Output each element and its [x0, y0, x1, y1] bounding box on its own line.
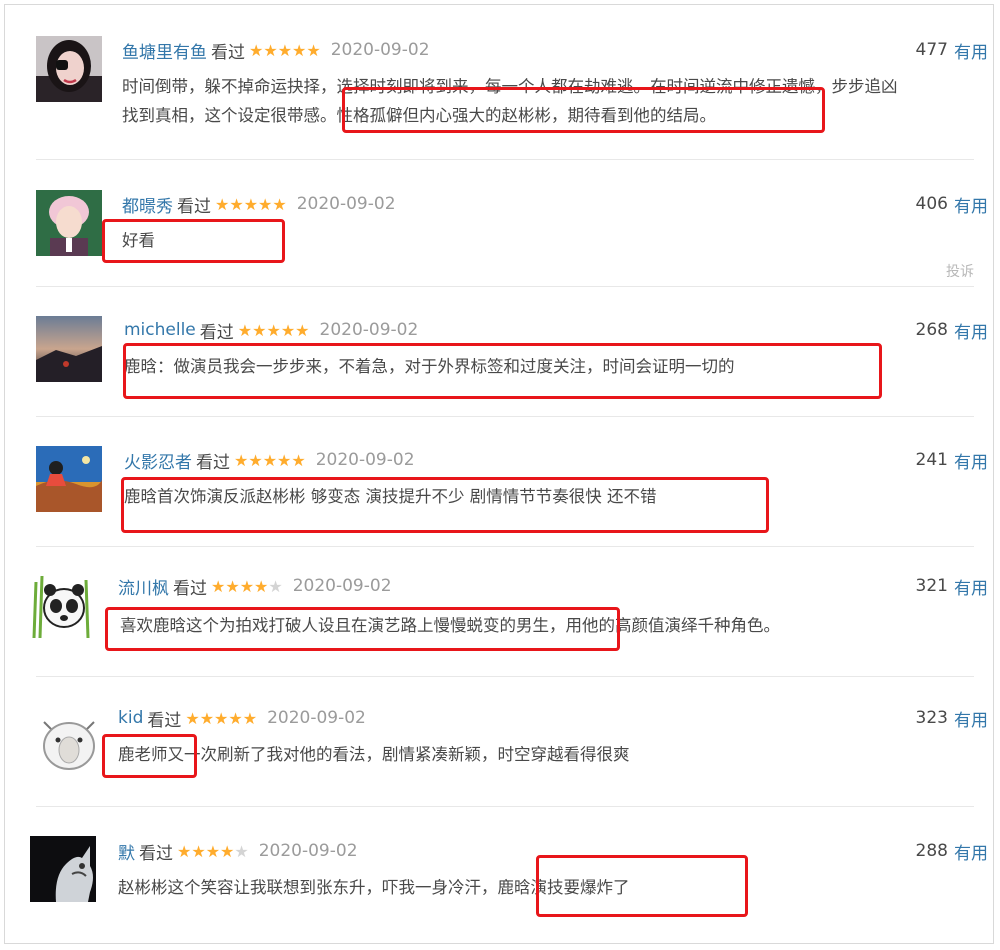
rating-stars: ★★★★★ — [249, 40, 321, 60]
comment-meta: kid 看过 ★★★★★ 2020-09-02 — [118, 704, 366, 732]
avatar[interactable] — [36, 316, 102, 382]
avatar[interactable] — [36, 36, 102, 102]
watch-status: 看过 — [196, 452, 230, 473]
rating-stars: ★★★★★ — [185, 708, 258, 728]
rating-stars: ★★★★★ — [177, 841, 249, 861]
comment-text: 鹿老师又一次刷新了我对他的看法，剧情紧凑新颖，时空穿越看得很爽 — [118, 740, 630, 769]
watch-status: 看过 — [199, 322, 234, 343]
comment-line: 鹿晗：做演员我会一步步来，不着急，对于外界标签和过度关注，时间会证明一切的 — [124, 357, 735, 376]
vote-count: 477 — [915, 40, 948, 60]
watch-status: 看过 — [211, 42, 245, 63]
avatar[interactable] — [36, 708, 102, 774]
comment-text: 鹿晗：做演员我会一步步来，不着急，对于外界标签和过度关注，时间会证明一切的 — [124, 352, 735, 381]
vote-area: 268 有用 — [916, 316, 988, 344]
comment-text: 喜欢鹿晗这个为拍戏打破人设且在演艺路上慢慢蜕变的男生，用他的高颜值演绎千种角色。 — [120, 611, 780, 640]
watch-status: 看过 — [177, 196, 211, 217]
vote-count: 241 — [915, 450, 948, 470]
username-link[interactable]: 默 — [118, 839, 135, 864]
comment-meta: 都暻秀 看过 ★★★★★ 2020-09-02 — [122, 190, 396, 218]
comment-meta: 默 看过 ★★★★★ 2020-09-02 — [118, 837, 358, 865]
comment-date: 2020-09-02 — [296, 194, 396, 214]
rating-stars: ★★★★★ — [211, 576, 283, 596]
divider — [36, 806, 974, 807]
avatar[interactable] — [36, 446, 102, 512]
comment-line: 找到真相，这个设定很带感。性格孤僻但内心强大的赵彬彬，期待看到他的结局。 — [122, 106, 716, 125]
comment-meta: 流川枫 看过 ★★★★★ 2020-09-02 — [118, 572, 392, 600]
useful-button[interactable]: 有用 — [954, 706, 988, 731]
report-link[interactable]: 投诉 — [946, 261, 974, 281]
useful-button[interactable]: 有用 — [954, 192, 988, 217]
avatar[interactable] — [30, 836, 96, 902]
comment-text: 鹿晗首次饰演反派赵彬彬 够变态 演技提升不少 剧情情节节奏很快 还不错 — [124, 482, 656, 511]
comment-line: 好看 — [122, 231, 155, 250]
comment-line: 时间倒带，躲不掉命运抉择，选择时刻即将到来，每一个人都在劫难逃。在时间逆流中修正… — [122, 77, 898, 96]
vote-count: 321 — [915, 576, 948, 596]
comment-date: 2020-09-02 — [315, 450, 415, 470]
useful-button[interactable]: 有用 — [954, 448, 988, 473]
useful-button[interactable]: 有用 — [954, 839, 988, 864]
username-link[interactable]: kid — [118, 708, 143, 728]
useful-button[interactable]: 有用 — [954, 38, 988, 63]
useful-button[interactable]: 有用 — [954, 318, 988, 343]
avatar[interactable] — [30, 572, 96, 638]
vote-area: 323 有用 — [916, 704, 988, 732]
divider — [36, 676, 974, 677]
comment-date: 2020-09-02 — [258, 841, 358, 861]
divider — [36, 546, 974, 547]
comment-text: 时间倒带，躲不掉命运抉择，选择时刻即将到来，每一个人都在劫难逃。在时间逆流中修正… — [122, 72, 898, 130]
divider — [36, 159, 974, 160]
avatar[interactable] — [36, 190, 102, 256]
comment-list-panel — [4, 4, 994, 944]
vote-count: 406 — [915, 194, 948, 214]
username-link[interactable]: 火影忍者 — [124, 448, 192, 473]
comment-text: 赵彬彬这个笑容让我联想到张东升，吓我一身冷汗，鹿晗演技要爆炸了 — [118, 873, 630, 902]
vote-area: 406 有用 — [916, 190, 988, 218]
vote-area: 477 有用 — [916, 36, 988, 64]
comment-date: 2020-09-02 — [319, 320, 419, 340]
watch-status: 看过 — [139, 843, 173, 864]
comment-line: 赵彬彬这个笑容让我联想到张东升，吓我一身冷汗，鹿晗演技要爆炸了 — [118, 878, 630, 897]
comment-meta: 火影忍者 看过 ★★★★★ 2020-09-02 — [124, 446, 415, 474]
comment-line: 鹿晗首次饰演反派赵彬彬 够变态 演技提升不少 剧情情节节奏很快 还不错 — [124, 487, 657, 506]
comment-meta: michelle 看过 ★★★★★ 2020-09-02 — [124, 316, 418, 344]
comment-date: 2020-09-02 — [330, 40, 430, 60]
comment-text: 好看 — [122, 226, 155, 255]
vote-count: 268 — [915, 320, 948, 340]
vote-count: 288 — [915, 841, 948, 861]
username-link[interactable]: 鱼塘里有鱼 — [122, 38, 207, 63]
vote-count: 323 — [915, 708, 948, 728]
comment-line: 鹿老师又一次刷新了我对他的看法，剧情紧凑新颖，时空穿越看得很爽 — [118, 745, 630, 764]
vote-area: 288 有用 — [916, 837, 988, 865]
watch-status: 看过 — [173, 578, 207, 599]
comment-line: 喜欢鹿晗这个为拍戏打破人设且在演艺路上慢慢蜕变的男生，用他的高颜值演绎千种角色。 — [120, 616, 780, 635]
divider — [36, 286, 974, 287]
comment-date: 2020-09-02 — [267, 708, 366, 728]
vote-area: 241 有用 — [916, 446, 988, 474]
divider — [36, 416, 974, 417]
rating-stars: ★★★★★ — [237, 320, 310, 340]
username-link[interactable]: 流川枫 — [118, 574, 169, 599]
comment-meta: 鱼塘里有鱼 看过 ★★★★★ 2020-09-02 — [122, 36, 430, 64]
username-link[interactable]: michelle — [124, 320, 196, 340]
rating-stars: ★★★★★ — [234, 450, 306, 470]
username-link[interactable]: 都暻秀 — [122, 192, 173, 217]
watch-status: 看过 — [147, 710, 182, 731]
rating-stars: ★★★★★ — [215, 194, 287, 214]
vote-area: 321 有用 — [916, 572, 988, 600]
comment-date: 2020-09-02 — [292, 576, 392, 596]
useful-button[interactable]: 有用 — [954, 574, 988, 599]
